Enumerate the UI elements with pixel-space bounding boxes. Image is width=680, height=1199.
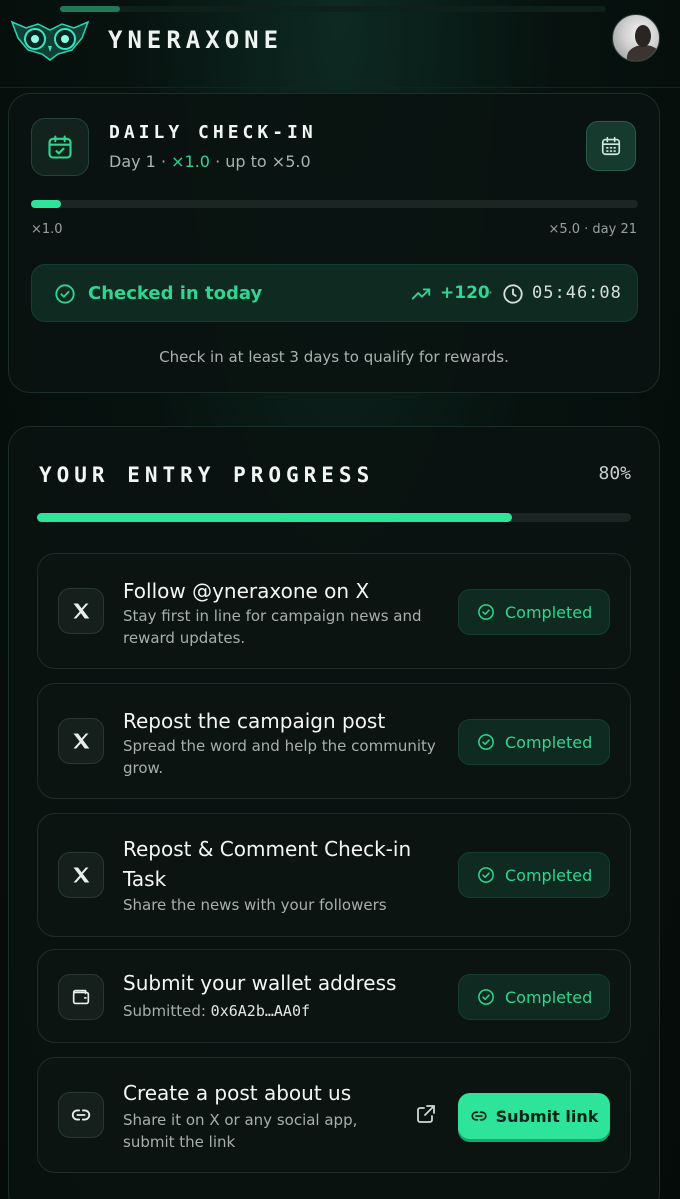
check-circle-icon [478, 604, 494, 620]
avatar-shoulder [627, 45, 659, 61]
badge-label: Completed [505, 732, 593, 752]
progress-max-label: ×5.0 · day 21 [548, 222, 637, 237]
task-description: Share it on X or any social app, submit … [123, 1111, 358, 1151]
brand-name: YNERAXONE [108, 26, 284, 54]
checkin-status-text: Checked in today [88, 283, 263, 304]
task-title: Repost the campaign post [123, 709, 386, 733]
checkin-status-bar: Checked in today +120 · 05:46:08 [31, 264, 638, 322]
day-label: Day 1 [109, 152, 156, 171]
check-circle-icon [478, 989, 494, 1005]
task-title: Submit your wallet address [123, 971, 397, 995]
x-logo-icon [58, 852, 104, 898]
entry-progress-title: YOUR ENTRY PROGRESS [39, 463, 375, 487]
calendar-check-icon [31, 118, 89, 176]
entry-progress-percent: 80% [598, 463, 631, 484]
checkin-title: DAILY CHECK-IN [109, 122, 317, 143]
completed-badge: Completed [458, 974, 610, 1020]
wallet-icon [58, 974, 104, 1020]
entry-progress-fill [37, 513, 513, 522]
completed-badge: Completed [458, 719, 610, 765]
clock-icon [502, 283, 524, 309]
user-avatar[interactable] [612, 14, 660, 62]
task-description: Share the news with your followers [123, 896, 387, 914]
task-description: Spread the word and help the community g… [123, 737, 436, 777]
check-circle-icon [478, 867, 494, 883]
task-description: Submitted: 0x6A2b…AA0f [123, 1000, 443, 1022]
x-logo-icon [58, 718, 104, 764]
submit-link-label: Submit link [495, 1106, 599, 1126]
external-link-icon[interactable] [414, 1102, 438, 1130]
progress-min-label: ×1.0 [31, 222, 63, 237]
task-description: Stay first in line for campaign news and… [123, 607, 422, 647]
owl-logo-icon[interactable] [8, 14, 92, 62]
checkin-subtitle: Day 1 · ×1.0 · up to ×5.0 [109, 152, 311, 171]
multiplier-progress-fill [31, 200, 62, 208]
task-title: Repost & Comment Check-in Task [123, 837, 412, 891]
badge-label: Completed [505, 987, 593, 1007]
app-header: YNERAXONE [0, 0, 680, 88]
x-logo-icon [58, 588, 104, 634]
wallet-address: 0x6A2b…AA0f [210, 1002, 311, 1020]
separator: · [155, 152, 172, 171]
link-icon [471, 1111, 487, 1121]
separator: · [209, 152, 226, 171]
current-multiplier: ×1.0 [171, 152, 210, 171]
task-follow-x: Follow @yneraxone on X Stay first in lin… [37, 553, 631, 669]
checkin-note: Check in at least 3 days to qualify for … [159, 348, 509, 366]
submitted-label: Submitted: [123, 1002, 211, 1020]
countdown-timer: 05:46:08 [532, 283, 622, 303]
task-create-post: Create a post about us Share it on X or … [37, 1057, 631, 1173]
submit-link-button[interactable]: Submit link [458, 1093, 610, 1139]
daily-checkin-card: DAILY CHECK-IN Day 1 · ×1.0 · up to ×5.0… [8, 93, 660, 393]
separator-dot: · [488, 283, 494, 302]
points-earned: +120 [440, 283, 490, 303]
trending-up-icon [410, 283, 432, 309]
entry-progress-card: YOUR ENTRY PROGRESS 80% Follow @yneraxon… [8, 426, 660, 1199]
max-multiplier: up to ×5.0 [225, 152, 311, 171]
task-title: Create a post about us [123, 1081, 352, 1105]
calendar-button[interactable] [586, 121, 636, 171]
completed-badge: Completed [458, 852, 610, 898]
avatar-face [635, 25, 651, 47]
check-circle-icon [54, 283, 76, 309]
multiplier-progress-track [31, 200, 638, 208]
completed-badge: Completed [458, 589, 610, 635]
task-wallet: Submit your wallet address Submitted: 0x… [37, 949, 631, 1043]
task-title: Follow @yneraxone on X [123, 579, 370, 603]
badge-label: Completed [505, 602, 593, 622]
check-circle-icon [478, 734, 494, 750]
task-repost: Repost the campaign post Spread the word… [37, 683, 631, 799]
link-icon [58, 1092, 104, 1138]
task-repost-comment: Repost & Comment Check-in Task Share the… [37, 813, 631, 937]
badge-label: Completed [505, 865, 593, 885]
